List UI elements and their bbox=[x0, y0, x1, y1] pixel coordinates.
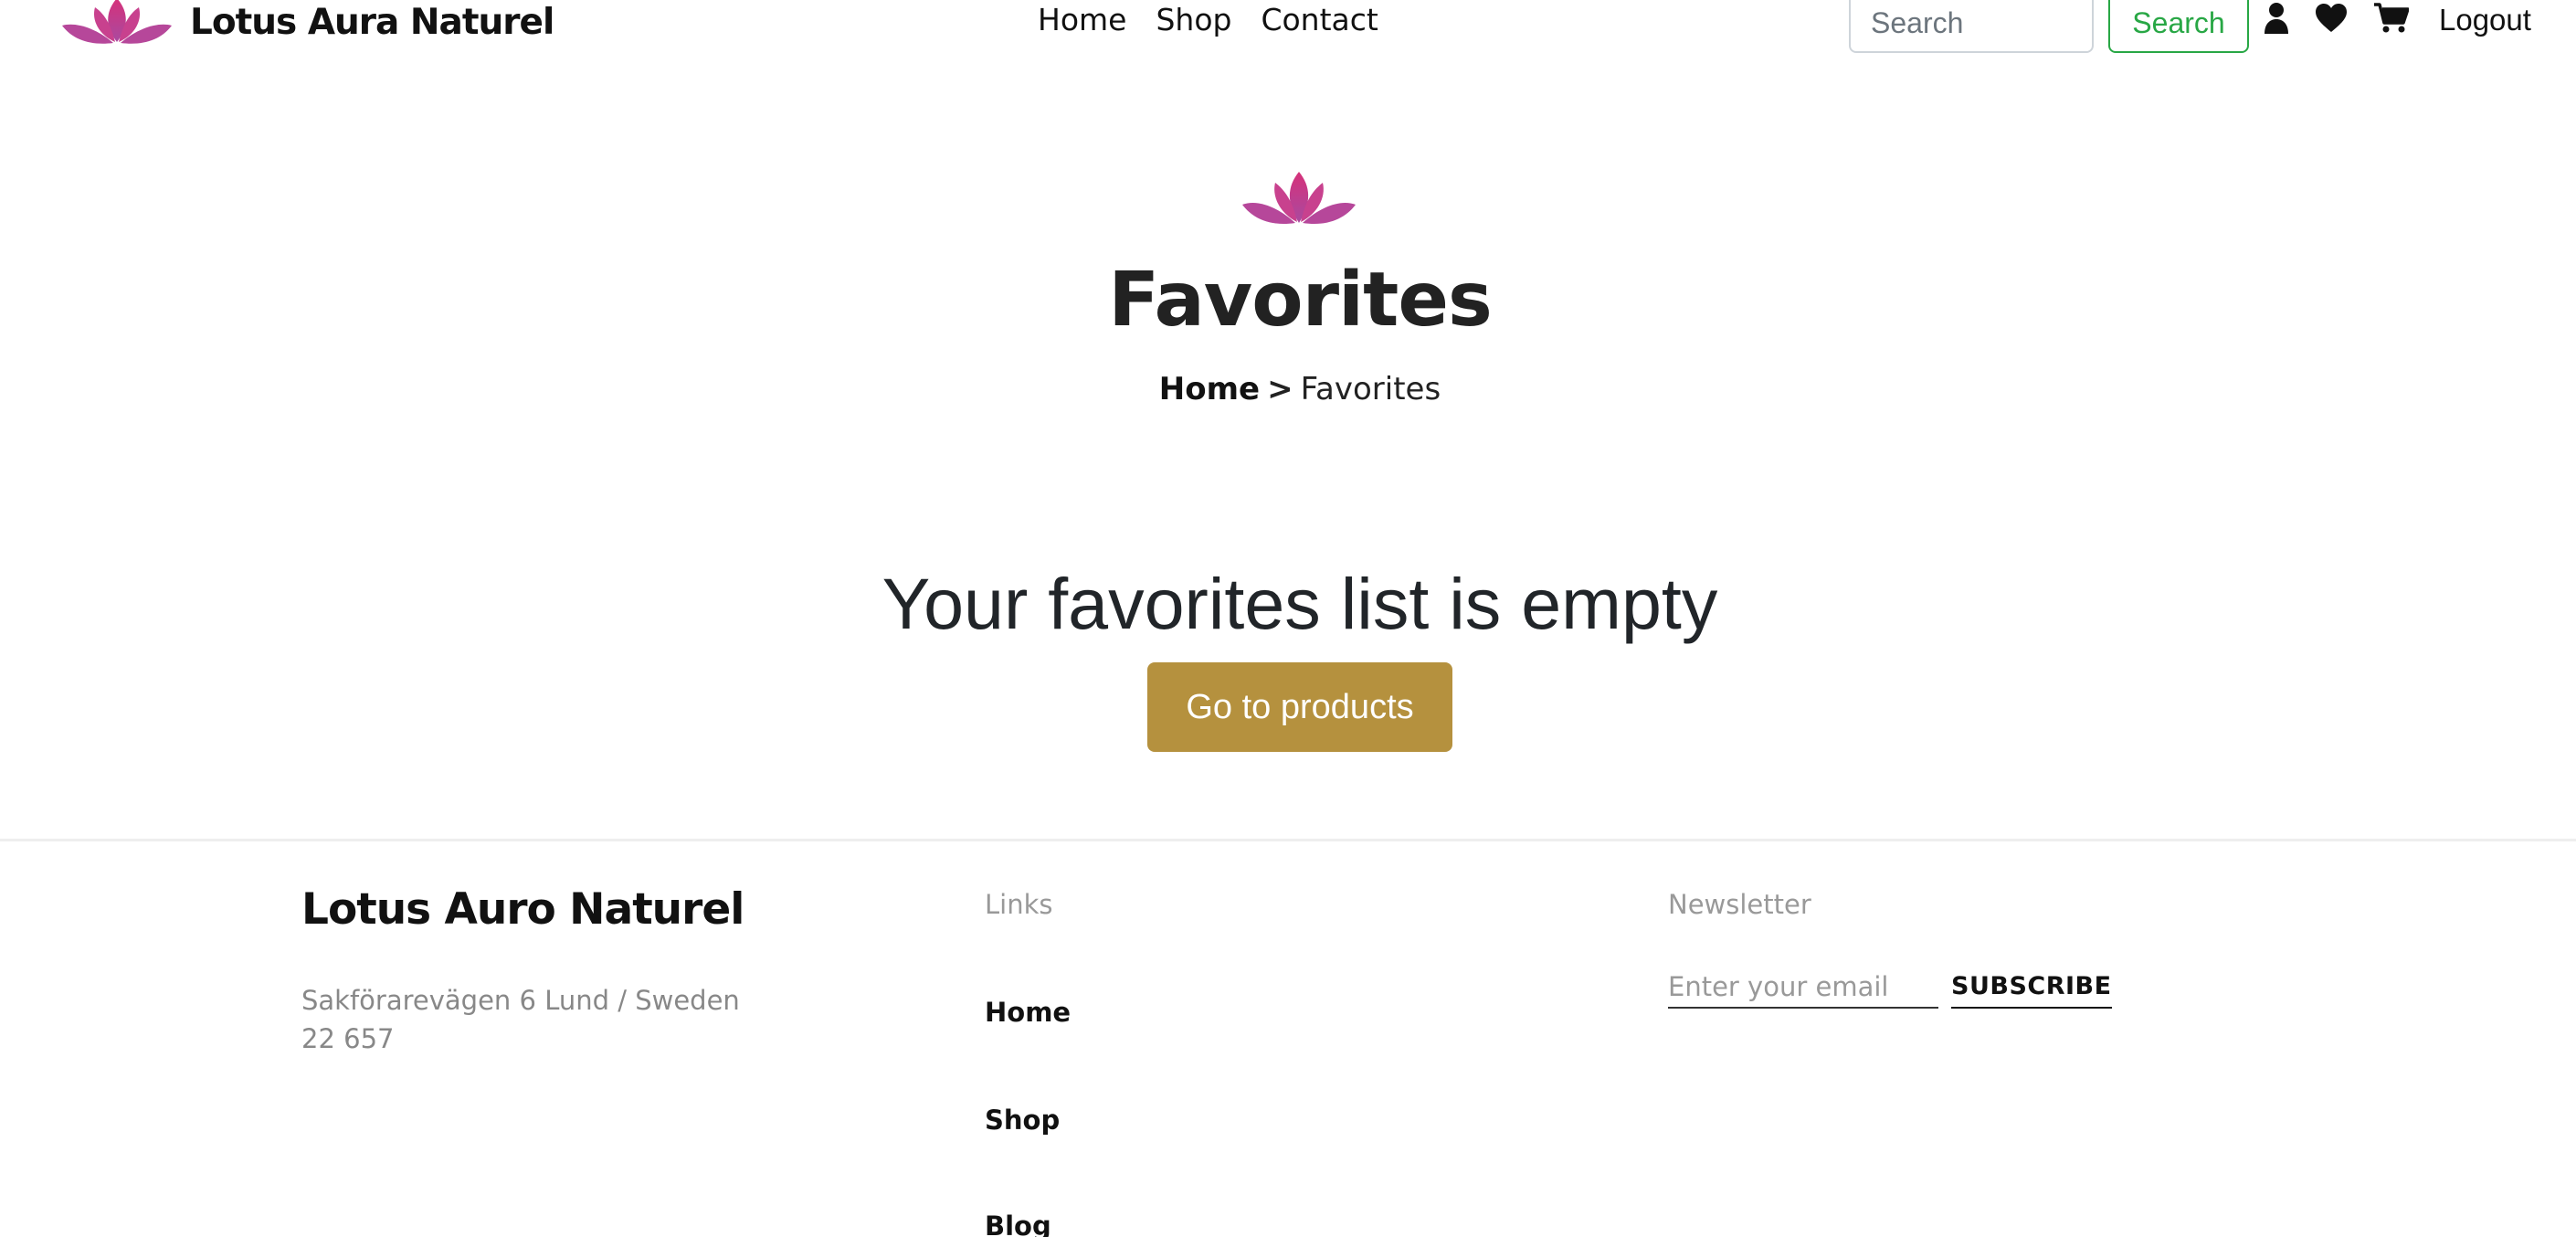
footer-link-shop[interactable]: Shop bbox=[985, 1102, 1060, 1138]
nav-shop[interactable]: Shop bbox=[1141, 0, 1246, 40]
logout-link[interactable]: Logout bbox=[2439, 0, 2531, 40]
page-title: Favorites bbox=[1108, 257, 1493, 344]
brand-name: Lotus Aura Naturel bbox=[190, 1, 554, 43]
footer-link-blog[interactable]: Blog bbox=[985, 1208, 1051, 1237]
subscribe-button[interactable]: SUBSCRIBE bbox=[1951, 967, 2112, 1009]
footer-links-heading: Links bbox=[985, 889, 1053, 920]
main-nav: Home Shop Contact bbox=[1038, 0, 1393, 40]
breadcrumb-home[interactable]: Home bbox=[1159, 371, 1260, 407]
nav-contact[interactable]: Contact bbox=[1246, 0, 1392, 40]
empty-favorites-message: Your favorites list is empty bbox=[882, 563, 1718, 644]
lotus-logo-icon bbox=[62, 0, 172, 44]
site-header: Lotus Aura Naturel Home Shop Contact Sea… bbox=[0, 0, 2576, 57]
footer-brand-name: Lotus Auro Naturel bbox=[301, 884, 744, 935]
lotus-logo-icon bbox=[1242, 172, 1356, 225]
footer-divider bbox=[0, 839, 2576, 841]
search-button[interactable]: Search bbox=[2108, 0, 2249, 53]
nav-home[interactable]: Home bbox=[1038, 0, 1141, 40]
footer-newsletter-heading: Newsletter bbox=[1668, 889, 1811, 920]
user-icon[interactable] bbox=[2258, 0, 2295, 37]
brand-link[interactable]: Lotus Aura Naturel bbox=[58, 0, 554, 49]
footer-address: Sakförarevägen 6 Lund / Sweden 22 657 bbox=[301, 981, 758, 1058]
address-line: 22 657 bbox=[301, 1023, 395, 1054]
newsletter-email-field[interactable] bbox=[1668, 967, 1938, 1009]
breadcrumb-separator: > bbox=[1267, 371, 1293, 407]
breadcrumb-current: Favorites bbox=[1300, 371, 1441, 407]
cart-icon[interactable] bbox=[2373, 0, 2410, 37]
heart-icon[interactable] bbox=[2313, 0, 2349, 37]
search-input[interactable] bbox=[1849, 0, 2094, 53]
footer-link-home[interactable]: Home bbox=[985, 994, 1071, 1031]
go-to-products-button[interactable]: Go to products bbox=[1147, 662, 1452, 752]
breadcrumb: Home > Favorites bbox=[0, 369, 2576, 409]
address-line: Sakförarevägen 6 Lund / Sweden bbox=[301, 985, 740, 1016]
